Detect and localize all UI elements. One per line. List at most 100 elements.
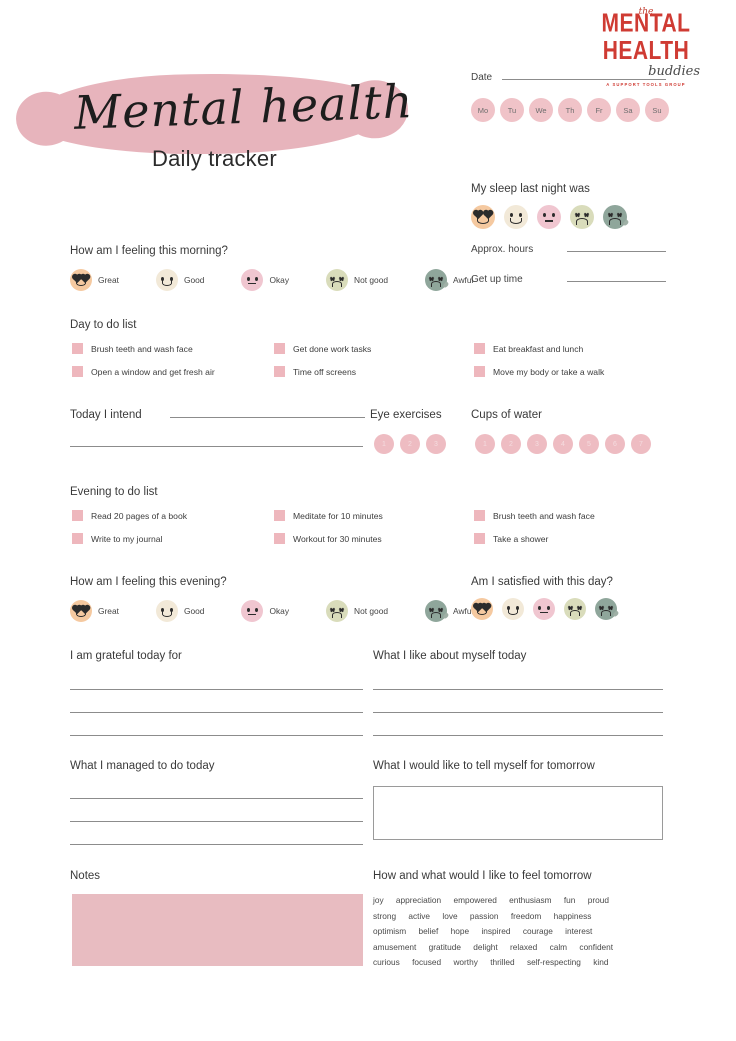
like-myself-line-2[interactable] xyxy=(373,712,663,713)
mood-face-awful[interactable] xyxy=(425,269,450,291)
feeling-word[interactable]: passion xyxy=(470,911,499,921)
feeling-word[interactable]: fun xyxy=(564,895,576,905)
mood-face-okay[interactable] xyxy=(533,598,555,620)
eye-exercise-count-1[interactable]: 1 xyxy=(374,434,394,454)
mood-face-great[interactable] xyxy=(471,205,495,229)
mood-face-awful[interactable] xyxy=(603,205,630,229)
weekday-mo[interactable]: Mo xyxy=(471,98,495,122)
checkbox[interactable] xyxy=(274,510,285,521)
checkbox[interactable] xyxy=(474,366,485,377)
feeling-word[interactable]: calm xyxy=(550,942,568,952)
feeling-word[interactable]: active xyxy=(408,911,430,921)
feeling-word[interactable]: optimism xyxy=(373,926,406,936)
mood-face-notgood[interactable] xyxy=(326,600,349,622)
feeling-word[interactable]: empowered xyxy=(453,895,496,905)
weekday-sa[interactable]: Sa xyxy=(616,98,640,122)
weekday-fr[interactable]: Fr xyxy=(587,98,611,122)
morning-mood-okay[interactable]: Okay xyxy=(241,269,289,291)
day-todo-item[interactable]: Get done work tasks xyxy=(274,343,474,354)
weekday-su[interactable]: Su xyxy=(645,98,669,122)
grateful-line-1[interactable] xyxy=(70,689,363,690)
water-count-4[interactable]: 4 xyxy=(553,434,573,454)
managed-line-3[interactable] xyxy=(70,844,363,845)
water-count-5[interactable]: 5 xyxy=(579,434,599,454)
feeling-word[interactable]: amusement xyxy=(373,942,416,952)
evening-mood-awful[interactable]: Awful xyxy=(425,600,473,622)
evening-todo-item[interactable]: Brush teeth and wash face xyxy=(474,510,672,521)
mood-face-great[interactable] xyxy=(471,598,493,620)
water-count-2[interactable]: 2 xyxy=(501,434,521,454)
feeling-word[interactable]: interest xyxy=(565,926,592,936)
morning-mood-notgood[interactable]: Not good xyxy=(326,269,388,291)
feeling-word[interactable]: proud xyxy=(588,895,609,905)
managed-line-1[interactable] xyxy=(70,798,363,799)
water-count-7[interactable]: 7 xyxy=(631,434,651,454)
evening-todo-item[interactable]: Meditate for 10 minutes xyxy=(274,510,474,521)
weekday-selector[interactable]: Mo Tu We Th Fr Sa Su xyxy=(471,98,669,122)
mood-face-notgood[interactable] xyxy=(326,269,349,291)
evening-mood-okay[interactable]: Okay xyxy=(241,600,289,622)
sleep-mood-scale[interactable] xyxy=(471,205,630,229)
morning-mood-scale[interactable]: Great Good Okay Not good Awful xyxy=(70,269,473,291)
feeling-word[interactable]: worthy xyxy=(453,957,477,967)
checkbox[interactable] xyxy=(72,366,83,377)
checkbox[interactable] xyxy=(474,533,485,544)
feeling-word[interactable]: appreciation xyxy=(396,895,441,905)
eye-exercise-count-3[interactable]: 3 xyxy=(426,434,446,454)
day-todo-item[interactable]: Move my body or take a walk xyxy=(474,366,672,377)
evening-todo-item[interactable]: Write to my journal xyxy=(72,533,274,544)
feeling-word[interactable]: relaxed xyxy=(510,942,537,952)
evening-todo-item[interactable]: Read 20 pages of a book xyxy=(72,510,274,521)
checkbox[interactable] xyxy=(274,533,285,544)
mood-face-notgood[interactable] xyxy=(564,598,586,620)
water-count-3[interactable]: 3 xyxy=(527,434,547,454)
mood-face-good[interactable] xyxy=(502,598,524,620)
water-count-1[interactable]: 1 xyxy=(475,434,495,454)
checkbox[interactable] xyxy=(72,510,83,521)
mood-face-notgood[interactable] xyxy=(570,205,594,229)
intend-input-line-1[interactable] xyxy=(170,417,365,418)
feeling-word[interactable]: inspired xyxy=(481,926,510,936)
weekday-th[interactable]: Th xyxy=(558,98,582,122)
checkbox[interactable] xyxy=(72,533,83,544)
checkbox[interactable] xyxy=(72,343,83,354)
feeling-word[interactable]: freedom xyxy=(511,911,541,921)
feeling-word[interactable]: hope xyxy=(451,926,469,936)
checkbox[interactable] xyxy=(474,510,485,521)
like-myself-line-3[interactable] xyxy=(373,735,663,736)
evening-mood-good[interactable]: Good xyxy=(155,600,204,622)
like-myself-line-1[interactable] xyxy=(373,689,663,690)
date-input-line[interactable] xyxy=(502,79,666,80)
get-up-time-input-line[interactable] xyxy=(567,281,666,282)
evening-todo-item[interactable]: Workout for 30 minutes xyxy=(274,533,474,544)
feeling-word[interactable]: delight xyxy=(473,942,497,952)
managed-line-2[interactable] xyxy=(70,821,363,822)
evening-mood-notgood[interactable]: Not good xyxy=(326,600,388,622)
mood-face-awful[interactable] xyxy=(595,598,620,620)
eye-exercises-counter[interactable]: 1 2 3 xyxy=(374,434,446,454)
day-todo-item[interactable]: Brush teeth and wash face xyxy=(72,343,274,354)
feeling-word[interactable]: courage xyxy=(523,926,553,936)
water-counter[interactable]: 1 2 3 4 5 6 7 xyxy=(475,434,651,454)
feeling-word[interactable]: happiness xyxy=(554,911,592,921)
grateful-line-2[interactable] xyxy=(70,712,363,713)
grateful-line-3[interactable] xyxy=(70,735,363,736)
mood-face-good[interactable] xyxy=(504,205,528,229)
weekday-tu[interactable]: Tu xyxy=(500,98,524,122)
evening-mood-scale[interactable]: Great Good Okay Not good Awful xyxy=(70,600,473,622)
satisfied-mood-scale[interactable] xyxy=(471,598,620,620)
water-count-6[interactable]: 6 xyxy=(605,434,625,454)
morning-mood-good[interactable]: Good xyxy=(155,269,204,291)
day-todo-item[interactable]: Open a window and get fresh air xyxy=(72,366,274,377)
feeling-word[interactable]: thrilled xyxy=(490,957,514,967)
mood-face-good[interactable] xyxy=(155,600,178,622)
mood-face-okay[interactable] xyxy=(241,269,264,291)
mood-face-okay[interactable] xyxy=(537,205,561,229)
morning-mood-great[interactable]: Great xyxy=(70,269,119,291)
checkbox[interactable] xyxy=(274,366,285,377)
day-todo-item[interactable]: Eat breakfast and lunch xyxy=(474,343,672,354)
weekday-we[interactable]: We xyxy=(529,98,553,122)
feeling-word[interactable]: enthusiasm xyxy=(509,895,551,905)
feeling-word[interactable]: love xyxy=(442,911,457,921)
feeling-word[interactable]: confident xyxy=(579,942,613,952)
